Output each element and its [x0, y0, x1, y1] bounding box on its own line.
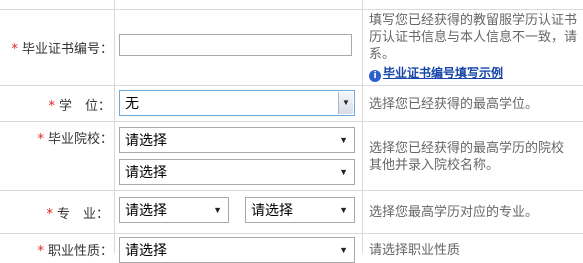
chevron-down-icon: ▼	[339, 135, 348, 145]
job-type-help: 请选择职业性质	[369, 243, 461, 258]
info-icon: i	[369, 70, 381, 82]
chevron-down-icon: ▼	[339, 245, 348, 255]
college-help: 选择您已经获得的最高学历的院校 其他并录入院校名称。	[369, 141, 565, 173]
major-label: * 专 业：	[46, 207, 109, 222]
chevron-down-icon: ▼	[339, 167, 348, 177]
degree-select[interactable]: 无 ▼	[119, 90, 355, 116]
row-divider	[0, 9, 583, 10]
major-help: 选择您最高学历对应的专业。	[369, 205, 539, 220]
major-select-2[interactable]: 请选择 ▼	[245, 197, 355, 223]
job-type-label: * 职业性质：	[37, 244, 113, 259]
degree-help: 选择您已经获得的最高学位。	[369, 97, 539, 112]
row-divider	[0, 190, 583, 191]
college-select-1[interactable]: 请选择 ▼	[119, 127, 355, 153]
required-marker: *	[37, 244, 44, 259]
cert-number-label: * 毕业证书编号：	[11, 42, 113, 57]
major-select-1[interactable]: 请选择 ▼	[119, 197, 229, 223]
row-divider	[0, 121, 583, 122]
row-divider	[0, 233, 583, 234]
cert-number-input[interactable]	[119, 34, 352, 56]
degree-label: * 学 位：	[48, 99, 111, 114]
chevron-down-icon: ▼	[213, 205, 222, 215]
required-marker: *	[37, 132, 44, 147]
required-marker: *	[46, 207, 53, 222]
required-marker: *	[11, 42, 18, 57]
college-label: * 毕业院校：	[37, 132, 113, 147]
row-divider	[0, 85, 583, 86]
required-marker: *	[48, 99, 55, 114]
column-divider	[362, 0, 363, 253]
job-type-select[interactable]: 请选择 ▼	[119, 237, 355, 263]
chevron-down-icon[interactable]: ▼	[338, 92, 353, 114]
column-divider	[114, 0, 115, 253]
cert-example-link[interactable]: i 毕业证书编号填写示例	[369, 64, 503, 82]
cert-number-help: 填写您已经获得的教留服学历认证书 历认证书信息与本人信息不一致，请 系。	[369, 13, 578, 62]
college-select-2[interactable]: 请选择 ▼	[119, 159, 355, 185]
chevron-down-icon: ▼	[339, 205, 348, 215]
